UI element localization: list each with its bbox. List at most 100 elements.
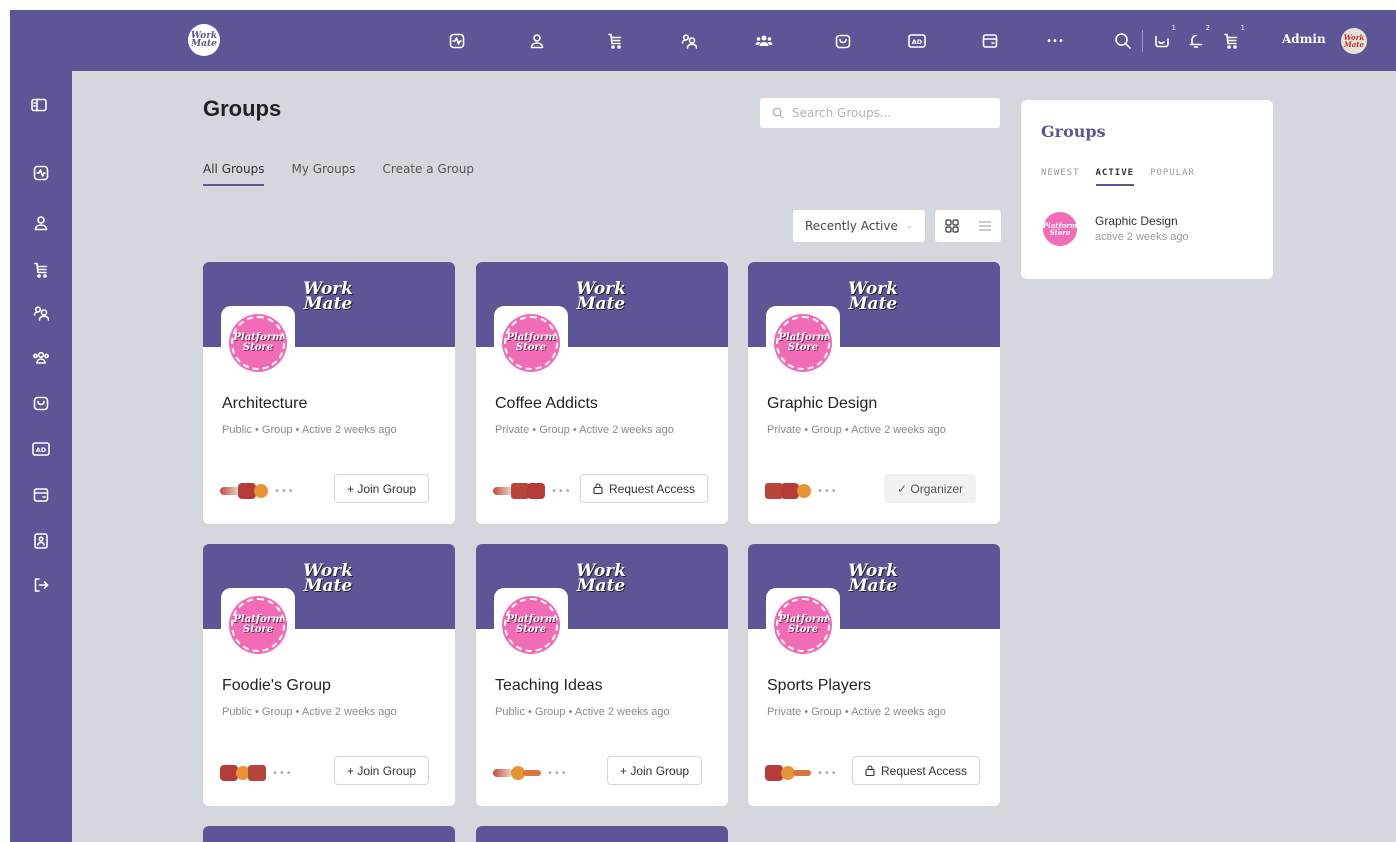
- join-group-button[interactable]: + Join Group: [607, 756, 703, 785]
- admin-username[interactable]: Admin: [1282, 32, 1326, 46]
- join-group-button[interactable]: + Join Group: [334, 756, 430, 785]
- group-meta: Private • Group • Active 2 weeks ago: [767, 706, 946, 718]
- messages-icon[interactable]: 1: [1151, 24, 1176, 52]
- group-name[interactable]: Architecture: [222, 395, 307, 413]
- group-name[interactable]: Foodie's Group: [222, 677, 331, 695]
- group-name[interactable]: Sports Players: [767, 677, 871, 695]
- member-avatar[interactable]: [254, 484, 268, 498]
- contacts-icon[interactable]: [30, 530, 52, 552]
- more-members-icon[interactable]: •••: [272, 768, 293, 779]
- admin-avatar[interactable]: Work Mate: [1341, 28, 1367, 54]
- notifications-icon[interactable]: 2: [1185, 24, 1210, 52]
- widget-tab-popular[interactable]: POPULAR: [1150, 168, 1195, 186]
- member-avatar[interactable]: [793, 770, 811, 776]
- group-card[interactable]: Work Mate Platform Store Coffee Addicts Pri…: [476, 262, 728, 524]
- request-access-button[interactable]: Request Access: [580, 474, 709, 503]
- group-search-box[interactable]: [760, 98, 1000, 128]
- left-sidebar: AD: [10, 71, 72, 842]
- ads-icon[interactable]: AD: [30, 438, 52, 460]
- member-avatar[interactable]: [493, 769, 513, 777]
- friends-icon[interactable]: [30, 302, 52, 324]
- widget-tabs: NEWEST ACTIVE POPULAR: [1041, 168, 1211, 186]
- group-card[interactable]: Work Mate Platform Store Foodie's Group Pub…: [203, 544, 455, 806]
- group-members: •••: [220, 763, 293, 783]
- panel-toggle-icon[interactable]: [28, 94, 50, 116]
- activity-icon[interactable]: [446, 30, 468, 52]
- messages-badge: 1: [1171, 24, 1176, 32]
- member-avatar[interactable]: [527, 483, 545, 499]
- page-title: Groups: [203, 96, 282, 121]
- sort-select[interactable]: Recently Active ⌄: [793, 210, 925, 242]
- grid-view-icon[interactable]: [944, 219, 959, 233]
- member-avatar[interactable]: [220, 487, 240, 495]
- search-groups-input[interactable]: [792, 106, 992, 120]
- more-members-icon[interactable]: •••: [817, 768, 838, 779]
- chevron-down-icon: ⌄: [905, 221, 914, 231]
- join-group-button[interactable]: + Join Group: [334, 474, 430, 503]
- group-card[interactable]: Work Mate Platform Store Graphic Design Pri…: [748, 262, 1000, 524]
- list-view-icon[interactable]: [978, 220, 992, 232]
- tab-create-group[interactable]: Create a Group: [383, 162, 474, 186]
- more-members-icon[interactable]: •••: [274, 486, 295, 497]
- group-avatar[interactable]: Platform Store: [221, 306, 295, 380]
- cart-icon[interactable]: 1: [1220, 24, 1245, 52]
- group-avatar[interactable]: Platform Store: [494, 306, 568, 380]
- more-members-icon[interactable]: •••: [551, 486, 572, 497]
- request-access-button[interactable]: Request Access: [852, 756, 981, 785]
- member-avatar[interactable]: [248, 765, 266, 781]
- group-avatar[interactable]: Platform Store: [221, 588, 295, 662]
- group-avatar[interactable]: Platform Store: [766, 588, 840, 662]
- group-avatar[interactable]: Platform Store: [494, 588, 568, 662]
- more-icon[interactable]: •••: [1044, 30, 1066, 52]
- more-members-icon[interactable]: •••: [817, 486, 838, 497]
- group-avatar[interactable]: Platform Store: [766, 306, 840, 380]
- group-meta: Private • Group • Active 2 weeks ago: [767, 424, 946, 436]
- wallet-icon[interactable]: [30, 484, 52, 506]
- group-card[interactable]: Work Mate Platform Store Sports Players Pri…: [748, 544, 1000, 806]
- member-avatar[interactable]: [797, 484, 811, 498]
- widget-tab-active[interactable]: ACTIVE: [1095, 168, 1135, 186]
- organizer-badge[interactable]: ✓ Organizer: [884, 474, 977, 503]
- tab-my-groups[interactable]: My Groups: [291, 162, 355, 186]
- widget-group-name[interactable]: Graphic Design: [1095, 214, 1189, 228]
- activity-icon[interactable]: [30, 162, 52, 184]
- cart-icon[interactable]: [604, 30, 626, 52]
- widget-title: Groups: [1041, 122, 1106, 141]
- group-card[interactable]: Work Mate Platform Store Architecture Publi…: [203, 262, 455, 524]
- member-avatar[interactable]: [523, 770, 541, 776]
- store-icon[interactable]: [30, 392, 52, 414]
- groups-icon[interactable]: [30, 347, 52, 369]
- ads-icon[interactable]: AD: [906, 30, 928, 52]
- widget-group-item[interactable]: Platform Store Graphic Design active 2 w…: [1043, 212, 1189, 246]
- cover-logo: Work Mate: [303, 561, 353, 596]
- svg-text:AD: AD: [36, 446, 47, 454]
- app-frame: Work Mate AD ••• 1 2 1 Admin Work Mate A…: [10, 10, 1396, 842]
- groups-icon[interactable]: [753, 30, 775, 52]
- group-card[interactable]: Work Mate Platform Store Teaching Ideas Pub…: [476, 544, 728, 806]
- profile-icon[interactable]: [30, 212, 52, 234]
- widget-tab-newest[interactable]: NEWEST: [1041, 168, 1080, 186]
- brand-logo[interactable]: Work Mate: [188, 24, 220, 56]
- group-members: •••: [765, 763, 838, 783]
- profile-icon[interactable]: [526, 30, 548, 52]
- store-icon[interactable]: [832, 30, 854, 52]
- notifications-badge: 2: [1205, 24, 1210, 32]
- svg-text:AD: AD: [912, 38, 923, 46]
- cover-logo: Work Mate: [848, 561, 898, 596]
- tab-all-groups[interactable]: All Groups: [203, 162, 265, 186]
- group-name[interactable]: Teaching Ideas: [495, 677, 603, 695]
- logout-icon[interactable]: [30, 574, 52, 596]
- friends-icon[interactable]: [678, 30, 700, 52]
- widget-group-avatar[interactable]: Platform Store: [1043, 212, 1077, 246]
- group-name[interactable]: Graphic Design: [767, 395, 877, 413]
- wallet-icon[interactable]: [979, 30, 1001, 52]
- widget-group-activity: active 2 weeks ago: [1095, 231, 1189, 243]
- search-icon[interactable]: [1112, 30, 1134, 52]
- cart-icon[interactable]: [30, 259, 52, 281]
- cover-logo: Work Mate: [576, 279, 626, 314]
- group-name[interactable]: Coffee Addicts: [495, 395, 598, 413]
- cover-logo: Work Mate: [576, 561, 626, 596]
- groups-widget: Groups NEWEST ACTIVE POPULAR Platform St…: [1021, 100, 1273, 279]
- more-members-icon[interactable]: •••: [547, 768, 568, 779]
- member-avatar[interactable]: [493, 487, 513, 495]
